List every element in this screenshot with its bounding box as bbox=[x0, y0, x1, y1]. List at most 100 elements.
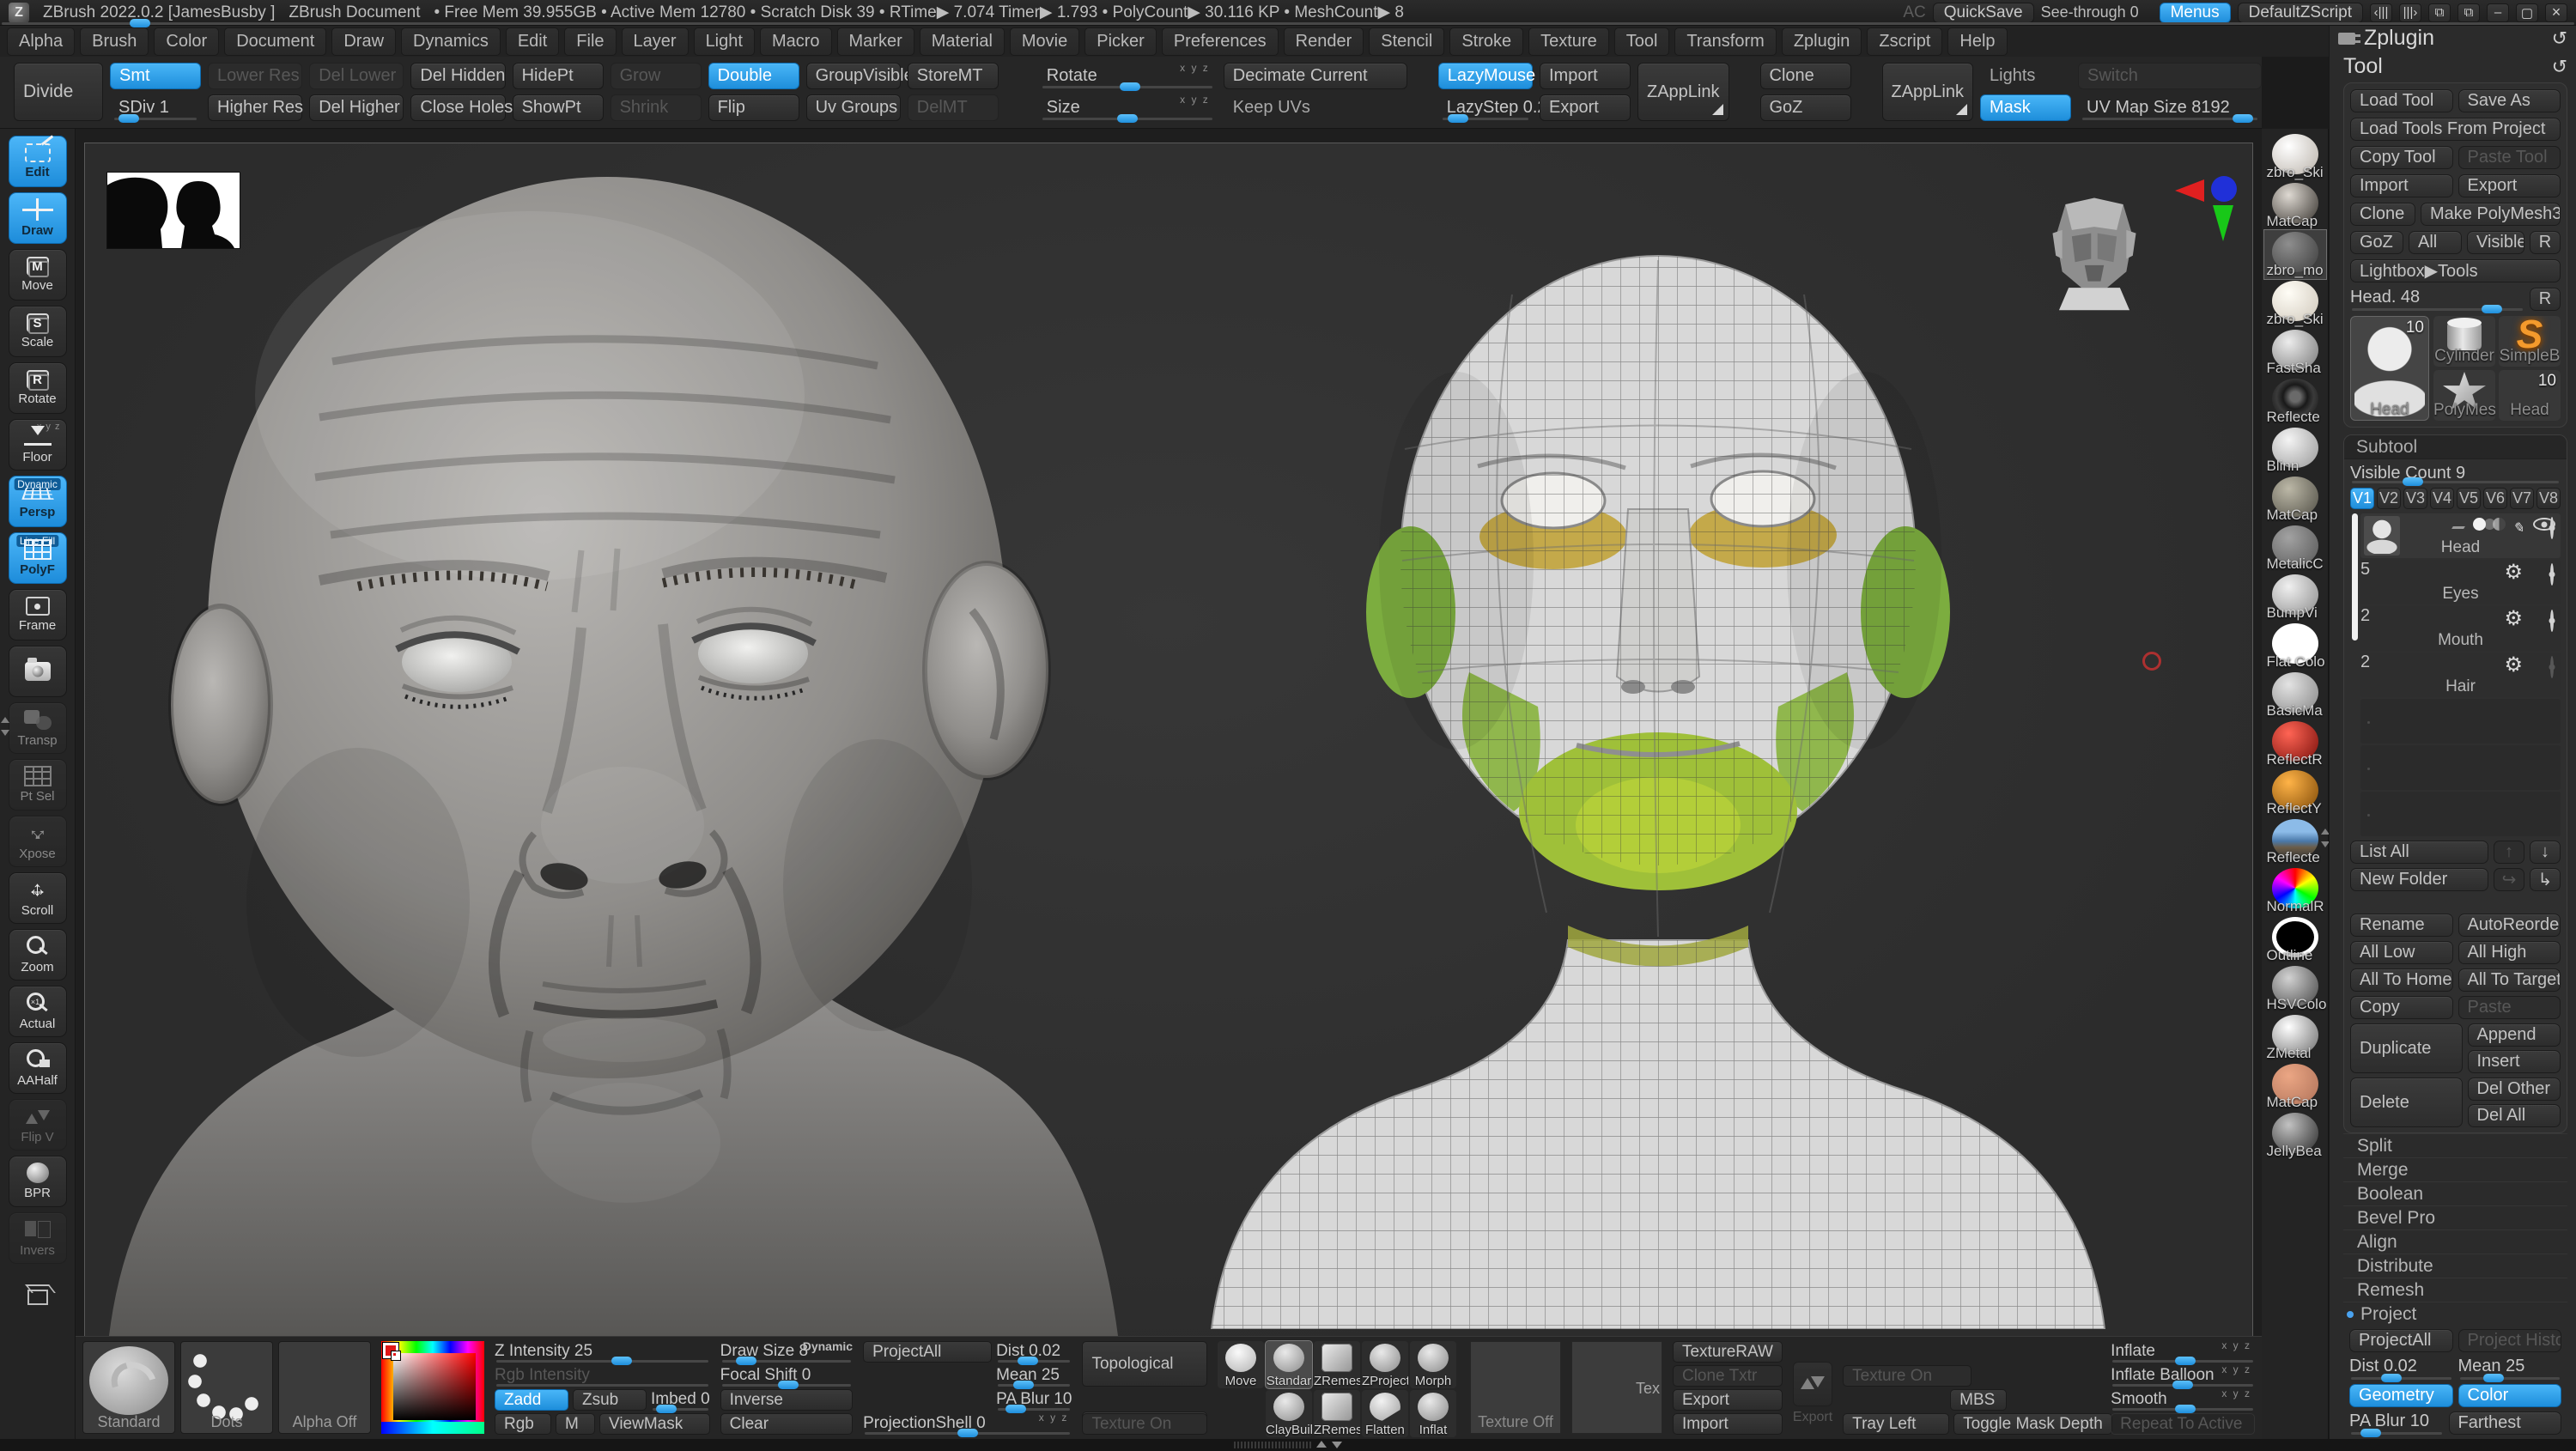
move-into-folder-button[interactable]: ↳ bbox=[2530, 868, 2561, 891]
export-button[interactable]: Export bbox=[2458, 174, 2561, 197]
subtool-item[interactable] bbox=[2360, 699, 2561, 744]
saturation-value-square[interactable] bbox=[393, 1353, 476, 1420]
goz-visible-button[interactable]: Visible bbox=[2467, 231, 2524, 254]
material-thumbnail[interactable]: ReflectR bbox=[2264, 719, 2326, 768]
material-thumbnail[interactable]: ReflectY bbox=[2264, 768, 2326, 817]
gear-icon[interactable] bbox=[2504, 606, 2523, 631]
subtool-item[interactable]: 2 Hair bbox=[2360, 653, 2561, 697]
menu-item[interactable]: Document bbox=[224, 27, 327, 56]
brush-thumbnail[interactable]: Inflat bbox=[1409, 1390, 1456, 1437]
shelf-button[interactable]: Del Lower bbox=[309, 63, 404, 89]
viewmask-button[interactable]: ViewMask bbox=[599, 1413, 710, 1435]
menus-toggle-button[interactable]: Menus bbox=[2159, 2, 2231, 23]
export-texture-button[interactable]: Export bbox=[1672, 1389, 1783, 1411]
tool-thumbnail[interactable]: PolyMes bbox=[2433, 370, 2495, 421]
copy-tool-button[interactable]: Copy Tool bbox=[2350, 146, 2453, 169]
goz-all-button[interactable]: All bbox=[2409, 231, 2462, 254]
lightbox-tools-button[interactable]: Lightbox▶Tools bbox=[2350, 259, 2561, 282]
menu-item[interactable]: Picker bbox=[1084, 27, 1157, 56]
visibility-set-tab[interactable]: V1 bbox=[2350, 488, 2374, 509]
shelf-button[interactable]: Shrink bbox=[610, 94, 702, 121]
draw-size-slider[interactable]: Draw Size 8 Dynamic bbox=[720, 1339, 853, 1365]
head-tool-slider[interactable]: Head. 48 bbox=[2350, 288, 2524, 313]
minimize-button[interactable] bbox=[2487, 3, 2509, 22]
shelf-button[interactable]: HidePt bbox=[512, 63, 604, 89]
toolbar-button[interactable]: Scroll bbox=[8, 872, 67, 924]
toolbar-button[interactable]: M Move bbox=[8, 249, 67, 301]
shelf-button[interactable]: LazyMouse bbox=[1437, 63, 1535, 89]
canvas-area[interactable] bbox=[76, 129, 2262, 1336]
collapsed-section-header[interactable]: Split bbox=[2343, 1133, 2567, 1157]
polypaint-toggle-icon[interactable] bbox=[2473, 518, 2486, 531]
mbs-button[interactable]: MBS bbox=[1950, 1389, 2008, 1411]
material-thumbnail[interactable]: ZMetal bbox=[2264, 1013, 2326, 1062]
imbed-slider[interactable]: Imbed 0 bbox=[651, 1389, 710, 1413]
shelf-button[interactable]: Divide bbox=[14, 63, 103, 121]
collapsed-section-header[interactable]: Boolean bbox=[2343, 1181, 2567, 1205]
menu-item[interactable]: Help bbox=[1947, 27, 2008, 56]
inflate-slider[interactable]: Inflate x y z bbox=[2111, 1339, 2255, 1365]
copy-subtool-button[interactable]: Copy bbox=[2350, 996, 2453, 1019]
gear-icon[interactable] bbox=[2504, 653, 2523, 677]
clone-button[interactable]: Clone bbox=[2350, 203, 2415, 226]
shelf-button[interactable]: LazyStep 0.25 bbox=[1438, 94, 1557, 123]
shelf-button[interactable]: Del Higher bbox=[309, 94, 404, 121]
move-down-button[interactable]: ↓ bbox=[2530, 841, 2561, 864]
shelf-button[interactable]: Export bbox=[1540, 94, 1631, 121]
subtool-item[interactable] bbox=[2360, 745, 2561, 790]
menu-item[interactable]: Zscript bbox=[1867, 27, 1943, 56]
duplicate-button[interactable]: Duplicate bbox=[2350, 1023, 2463, 1073]
toolbar-button[interactable]: Frame bbox=[8, 589, 67, 641]
flatten-folder-icon[interactable] bbox=[2451, 519, 2469, 529]
toolbar-button[interactable]: S Scale bbox=[8, 306, 67, 357]
import-button[interactable]: Import bbox=[2350, 174, 2453, 197]
toolbar-button[interactable]: Dynamic Persp bbox=[8, 476, 67, 527]
menu-item[interactable]: Transform bbox=[1674, 27, 1777, 56]
pa-blur-slider[interactable]: PA Blur 10 bbox=[2349, 1412, 2444, 1437]
axis-orientation-widget[interactable] bbox=[2172, 174, 2240, 248]
subtool-item[interactable]: Head bbox=[2360, 513, 2561, 558]
shelf-button[interactable]: UV Map Size 8192 bbox=[2078, 94, 2262, 123]
menu-item[interactable]: Edit bbox=[505, 27, 560, 56]
brush-stroke-alpha-thumbnail[interactable]: Standard bbox=[82, 1341, 175, 1434]
projectall-button[interactable]: ProjectAll bbox=[863, 1341, 993, 1363]
scroll-tabs-right-icon[interactable] bbox=[2399, 3, 2421, 22]
toolbar-button[interactable]: Transp bbox=[8, 702, 67, 754]
append-button[interactable]: Append bbox=[2467, 1023, 2561, 1047]
shelf-button[interactable]: Lower Res bbox=[208, 63, 303, 89]
see-through-slider[interactable]: See-through 0 bbox=[2, 2, 2574, 27]
pa-blur-slider[interactable]: PA Blur 10 bbox=[996, 1389, 1072, 1413]
zsub-toggle[interactable]: Zsub bbox=[573, 1389, 647, 1411]
material-thumbnail[interactable]: zbro_mo bbox=[2263, 229, 2327, 280]
material-thumbnail[interactable]: MatCap bbox=[2264, 181, 2326, 230]
shelf-button[interactable] bbox=[1736, 63, 1753, 121]
material-thumbnail[interactable]: NormalR bbox=[2264, 866, 2326, 915]
eye-icon[interactable] bbox=[2550, 610, 2554, 632]
head-r-button[interactable]: R bbox=[2530, 288, 2561, 311]
projectall-button[interactable]: ProjectAll bbox=[2349, 1329, 2453, 1352]
material-thumbnail[interactable]: Flat Colo bbox=[2264, 622, 2326, 671]
restore-button[interactable] bbox=[2516, 3, 2538, 22]
toolbar-button[interactable]: BPR bbox=[8, 1156, 67, 1207]
menu-item[interactable]: Macro bbox=[759, 27, 832, 56]
slider-track[interactable] bbox=[1442, 114, 1528, 123]
material-thumbnail[interactable]: HSVColo bbox=[2264, 964, 2326, 1013]
save-as-button[interactable]: Save As bbox=[2458, 89, 2561, 112]
mean-slider[interactable]: Mean 25 bbox=[996, 1365, 1072, 1389]
toolbar-button[interactable]: Line Fill PolyF bbox=[8, 532, 67, 584]
material-thumbnail[interactable]: Blinn bbox=[2264, 426, 2326, 475]
visibility-set-tab[interactable]: V2 bbox=[2377, 488, 2401, 509]
toolbar-button[interactable]: Edit bbox=[8, 136, 67, 187]
menu-item[interactable]: Marker bbox=[836, 27, 914, 56]
zadd-toggle[interactable]: Zadd bbox=[495, 1389, 568, 1411]
menu-item[interactable]: Stencil bbox=[1369, 27, 1445, 56]
inverse-button[interactable]: Inverse bbox=[720, 1389, 854, 1411]
shelf-button[interactable]: Lights bbox=[1980, 63, 2071, 89]
toolbar-button[interactable]: Pt Sel bbox=[8, 759, 67, 810]
shelf-button[interactable]: Flip bbox=[708, 94, 799, 121]
visibility-set-tab[interactable]: V5 bbox=[2457, 488, 2481, 509]
material-thumbnail[interactable]: JellyBea bbox=[2264, 1111, 2326, 1160]
shelf-button[interactable]: DelMT bbox=[907, 94, 999, 121]
reset-palette-icon[interactable] bbox=[2552, 56, 2567, 78]
menu-item[interactable]: Color bbox=[154, 27, 220, 56]
